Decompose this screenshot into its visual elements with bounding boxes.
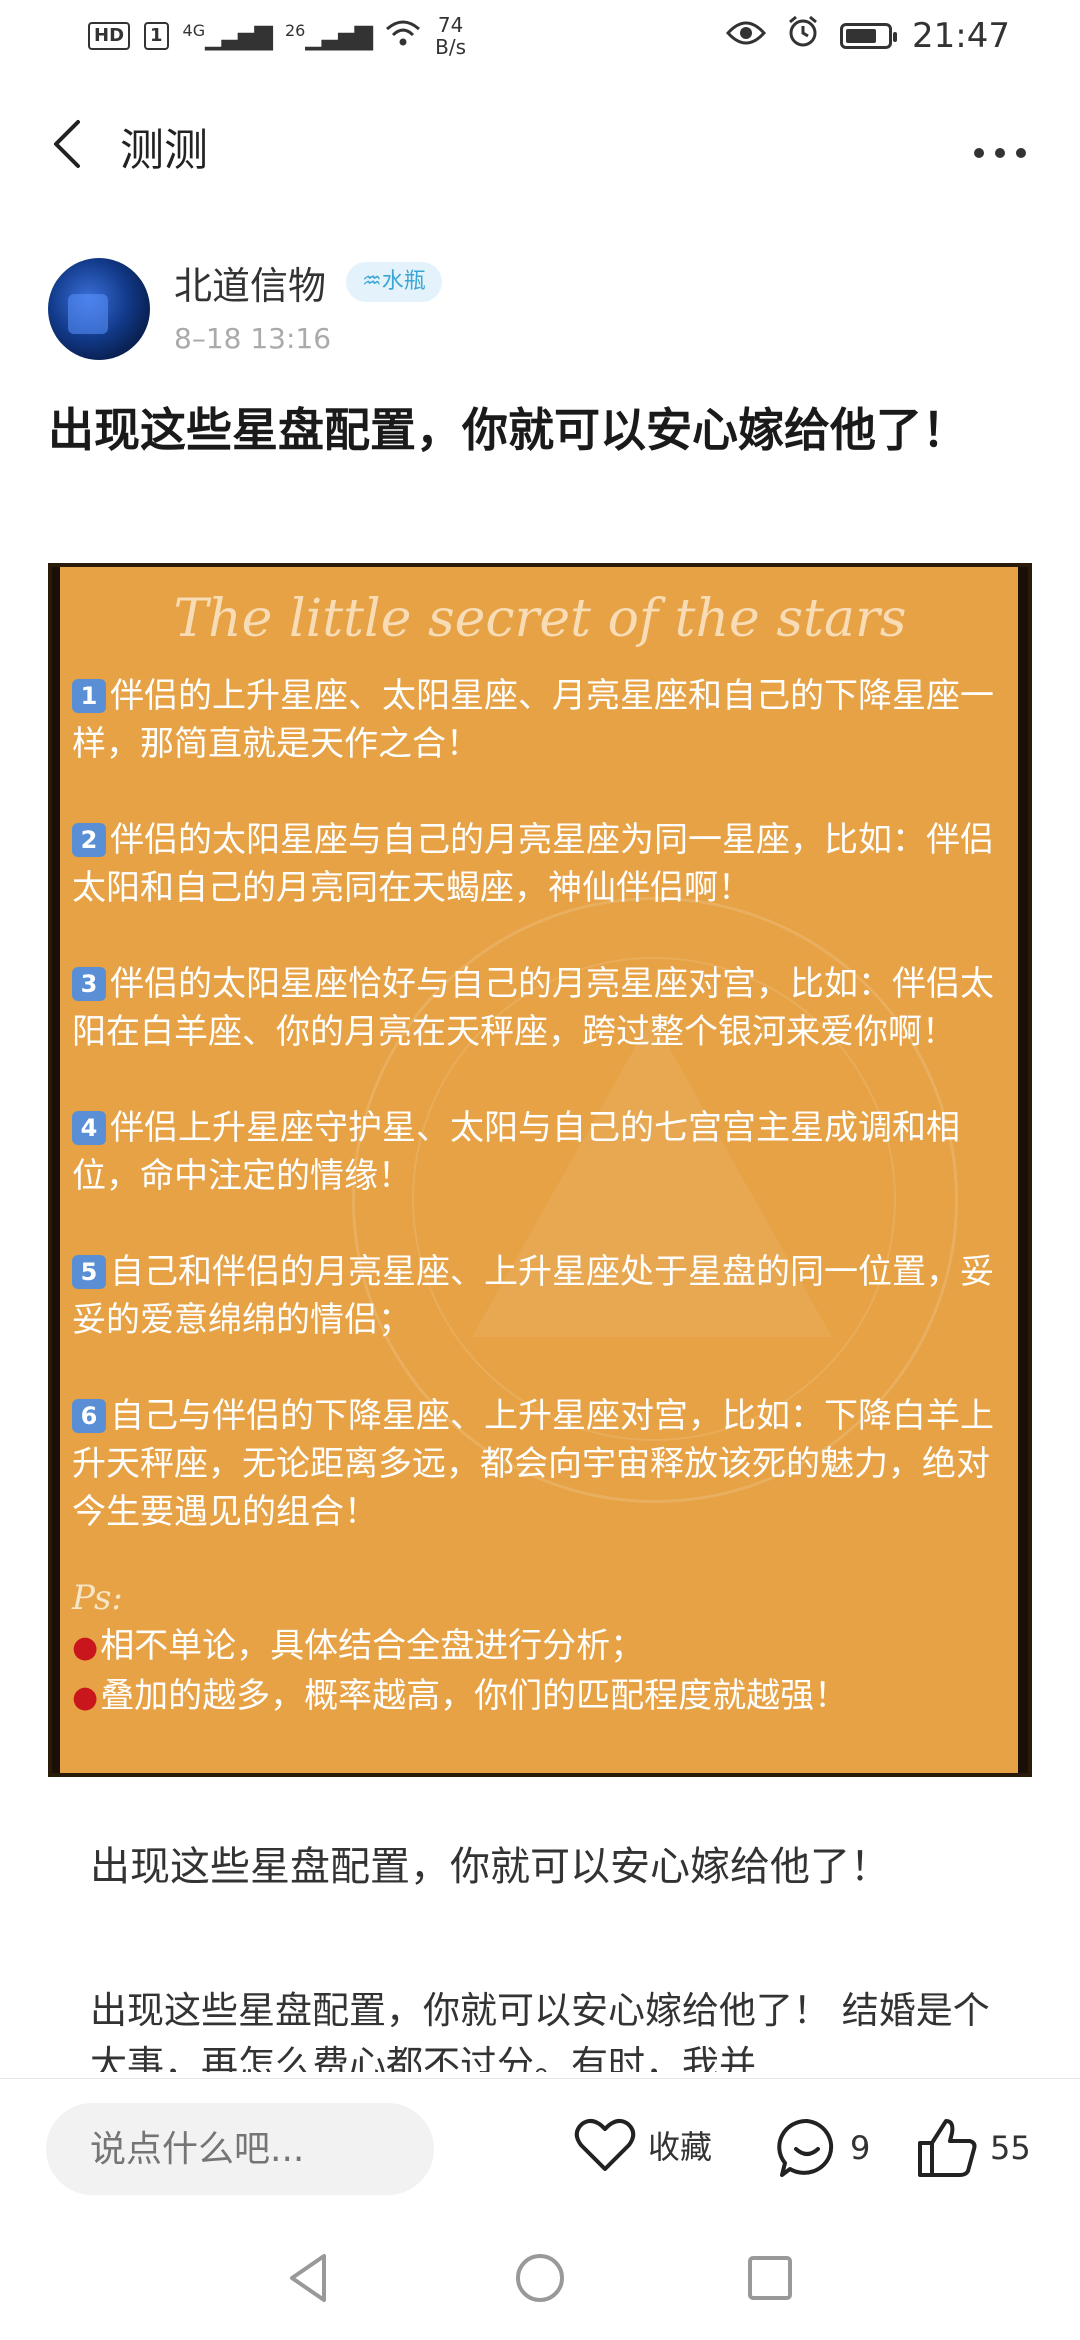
number-5-icon: 5	[72, 1255, 106, 1289]
ps-line-text: 叠加的越多，概率越高，你们的匹配程度就越强！	[100, 1676, 849, 1716]
nav-back-button[interactable]	[280, 2248, 340, 2308]
ps-label: Ps:	[72, 1578, 123, 1618]
image-item: 4 伴侣上升星座守护星、太阳与自己的七宫宫主星成调和相位，命中注定的情缘！	[72, 1104, 1006, 1200]
network-speed-value: 74	[437, 13, 464, 37]
chevron-left-icon	[54, 120, 80, 168]
status-left: HD 1 4G▁▃▅▇ 26▁▃▅▇ 74 B/s	[88, 14, 466, 58]
thumbs-up-icon	[918, 2119, 977, 2177]
system-nav-bar	[0, 2218, 1080, 2340]
image-border-right	[1018, 567, 1028, 1773]
alarm-icon	[786, 14, 820, 57]
image-item-text: 伴侣的太阳星座恰好与自己的月亮星座对宫，比如：伴侣太阳在白羊座、你的月亮在天秤座…	[72, 964, 994, 1052]
image-item-text: 伴侣上升星座守护星、太阳与自己的七宫宫主星成调和相位，命中注定的情缘！	[72, 1108, 960, 1196]
hd-icon: HD	[88, 22, 131, 50]
zodiac-badge: ♒水瓶	[346, 262, 442, 302]
circle-home-icon	[516, 2254, 564, 2302]
wifi-icon	[385, 19, 421, 53]
image-item: 6 自己与伴侣的下降星座、上升星座对宫，比如：下降白羊上升天秤座，无论距离多远，都…	[72, 1392, 1006, 1536]
image-item: 5 自己和伴侣的月亮星座、上升星座处于星盘的同一位置，妥妥的爱意绵绵的情侣；	[72, 1248, 1006, 1344]
square-recents-icon	[748, 2256, 792, 2300]
nav-home-button[interactable]	[510, 2248, 570, 2308]
top-nav: 测测	[0, 100, 1080, 190]
number-6-icon: 6	[72, 1399, 106, 1433]
favorite-button[interactable]: 收藏	[574, 2117, 712, 2173]
number-4-icon: 4	[72, 1111, 106, 1145]
post-image[interactable]: The little secret of the stars 1 伴侣的上升星座、…	[48, 563, 1032, 1777]
more-options-button[interactable]	[972, 120, 1028, 171]
network-type-2: 26	[284, 21, 306, 41]
nav-recents-button[interactable]	[740, 2248, 800, 2308]
network-speed-unit: B/s	[435, 35, 467, 59]
favorite-label: 收藏	[648, 2128, 713, 2166]
number-1-icon: 1	[72, 679, 106, 713]
cherry-icon: ●	[72, 1680, 99, 1715]
image-item-text: 伴侣的上升星座、太阳星座、月亮星座和自己的下降星座一样，那简直就是天作之合！	[72, 676, 994, 764]
image-border-left	[52, 567, 60, 1773]
number-3-icon: 3	[72, 967, 106, 1001]
triangle-back-icon	[290, 2254, 326, 2302]
eye-icon	[725, 16, 767, 56]
network-type-1: 4G	[182, 21, 206, 41]
clock: 21:47	[912, 15, 1010, 56]
image-item-text: 自己与伴侣的下降星座、上升星座对宫，比如：下降白羊上升天秤座，无论距离多远，都会…	[72, 1396, 994, 1532]
post-subtitle: 出现这些星盘配置，你就可以安心嫁给他了！	[90, 1844, 890, 1890]
post-time: 8–18 13:16	[174, 322, 332, 355]
network-speed: 74 B/s	[435, 14, 466, 58]
like-count: 55	[990, 2129, 1031, 2167]
comment-count: 9	[850, 2129, 871, 2167]
ps-line: ●相不单论，具体结合全盘进行分析；	[72, 1622, 1006, 1672]
cherry-icon: ●	[72, 1630, 99, 1665]
cellular-signal-icon-2: 26▁▃▅▇	[284, 21, 373, 51]
heart-icon	[574, 2118, 636, 2171]
comment-button[interactable]: 9	[776, 2117, 870, 2179]
image-text: 1 伴侣的上升星座、太阳星座、月亮星座和自己的下降星座一样，那简直就是天作之合！ …	[72, 672, 1006, 1722]
comment-bubble-icon	[777, 2118, 834, 2177]
page-title: 测测	[120, 125, 208, 176]
image-item: 1 伴侣的上升星座、太阳星座、月亮星座和自己的下降星座一样，那简直就是天作之合！	[72, 672, 1006, 768]
comment-input[interactable]	[46, 2103, 434, 2195]
bottom-action-bar: 收藏 9 55	[0, 2078, 1080, 2219]
more-dots-icon	[974, 148, 1026, 158]
number-2-icon: 2	[72, 823, 106, 857]
status-right: 21:47	[725, 14, 1010, 57]
post-excerpt: 出现这些星盘配置，你就可以安心嫁给他了！ 结婚是个大事，再怎么费心都不过分。有时…	[90, 1989, 990, 2072]
like-button[interactable]: 55	[916, 2117, 1031, 2179]
image-item: 2 伴侣的太阳星座与自己的月亮星座为同一星座，比如：伴侣太阳和自己的月亮同在天蝎座…	[72, 816, 1006, 912]
post-title: 出现这些星盘配置，你就可以安心嫁给他了！	[48, 403, 968, 457]
ps-line: ●叠加的越多，概率越高，你们的匹配程度就越强！	[72, 1672, 1006, 1722]
back-button[interactable]	[44, 114, 98, 174]
image-item-text: 伴侣的太阳星座与自己的月亮星座为同一星座，比如：伴侣太阳和自己的月亮同在天蝎座，…	[72, 820, 994, 908]
avatar[interactable]	[48, 258, 150, 360]
cellular-signal-icon-1: 4G▁▃▅▇	[182, 21, 273, 51]
image-heading: The little secret of the stars	[173, 589, 907, 649]
image-item-text: 自己和伴侣的月亮星座、上升星座处于星盘的同一位置，妥妥的爱意绵绵的情侣；	[72, 1252, 994, 1340]
author-name[interactable]: 北道信物	[174, 255, 326, 310]
battery-icon	[840, 22, 898, 49]
sim-icon: 1	[144, 22, 169, 50]
ps-line-text: 相不单论，具体结合全盘进行分析；	[100, 1626, 645, 1666]
battery-fill	[846, 28, 877, 43]
image-item: 3 伴侣的太阳星座恰好与自己的月亮星座对宫，比如：伴侣太阳在白羊座、你的月亮在天秤…	[72, 960, 1006, 1056]
status-bar: HD 1 4G▁▃▅▇ 26▁▃▅▇ 74 B/s 21:47	[0, 0, 1080, 80]
